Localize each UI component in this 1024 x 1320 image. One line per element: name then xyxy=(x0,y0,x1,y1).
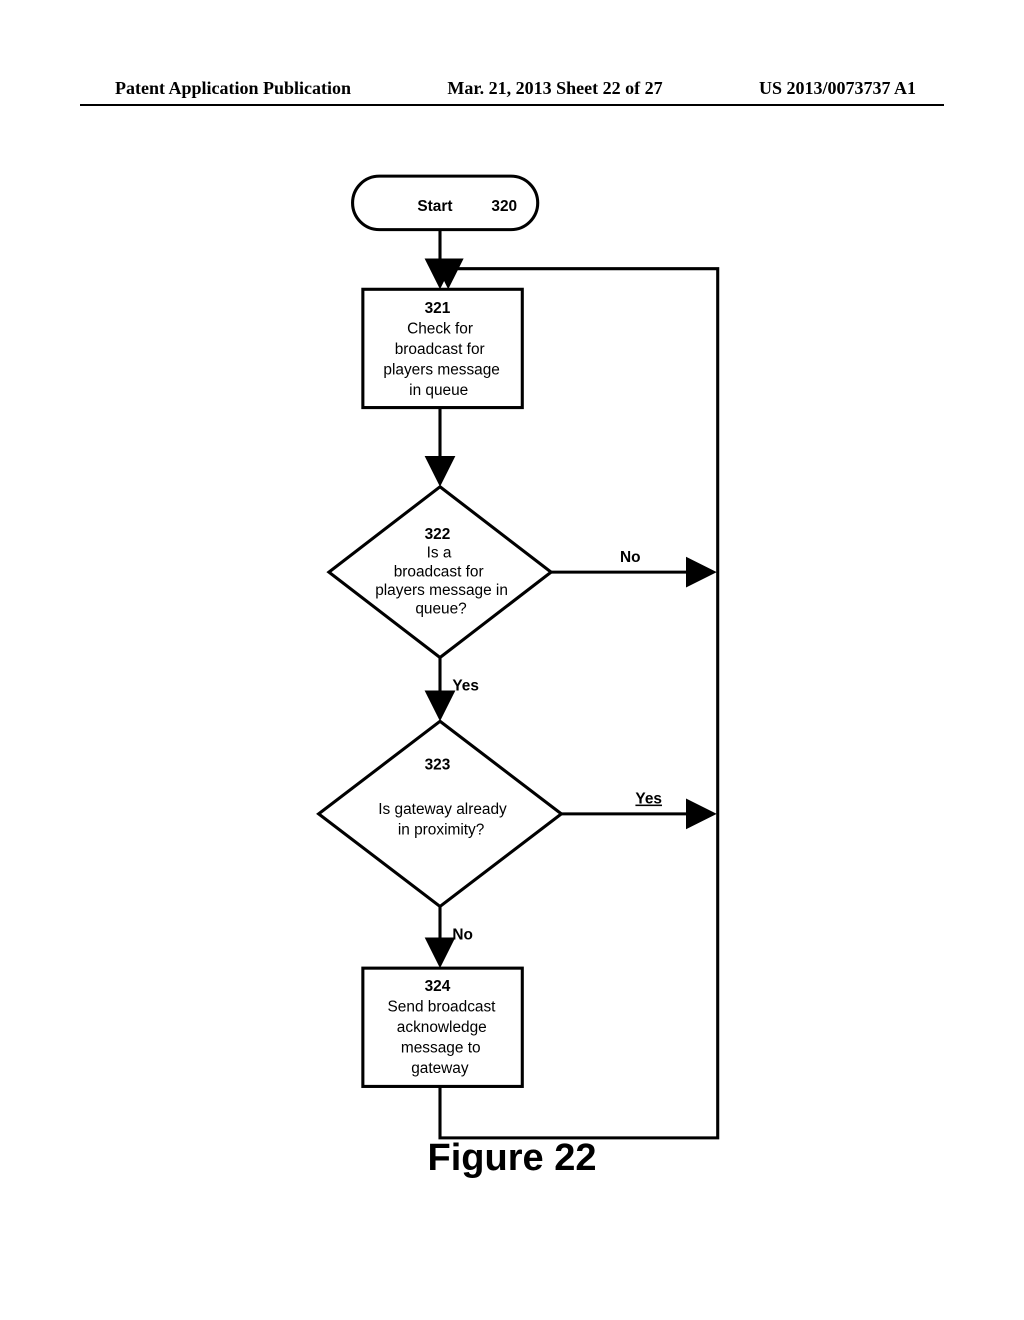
ref-324: 324 xyxy=(425,978,451,995)
l3-324: message to xyxy=(401,1039,481,1056)
label-322-yes: Yes xyxy=(452,677,479,694)
header-left: Patent Application Publication xyxy=(0,78,351,99)
l3-322: players message in xyxy=(375,582,508,599)
l4-324: gateway xyxy=(411,1060,469,1077)
l4-322: queue? xyxy=(415,600,466,617)
l2-323: in proximity? xyxy=(398,821,484,838)
label-323-yes: Yes xyxy=(635,791,662,808)
drawing-sheet: Start 320 321 Check for broadcast for pl… xyxy=(80,130,944,1220)
ref-321: 321 xyxy=(425,300,451,317)
label-322-no: No xyxy=(620,549,641,566)
start-ref: 320 xyxy=(491,198,517,215)
start-label: Start xyxy=(417,198,452,215)
ref-322: 322 xyxy=(425,526,451,543)
l4-321: in queue xyxy=(409,382,468,399)
header-divider xyxy=(80,104,944,106)
l2-321: broadcast for xyxy=(395,341,485,358)
l2-324: acknowledge xyxy=(397,1019,487,1036)
l1-324: Send broadcast xyxy=(388,998,497,1015)
l1-323: Is gateway already xyxy=(378,801,507,818)
header-mid: Mar. 21, 2013 Sheet 22 of 27 xyxy=(351,78,759,99)
page: Patent Application Publication Mar. 21, … xyxy=(0,0,1024,1320)
figure-caption: Figure 22 xyxy=(0,1137,1024,1180)
l1-322: Is a xyxy=(427,545,452,562)
header-right: US 2013/0073737 A1 xyxy=(759,78,1024,99)
l1-321: Check for xyxy=(407,321,473,338)
page-header: Patent Application Publication Mar. 21, … xyxy=(0,78,1024,99)
label-323-no: No xyxy=(452,926,473,943)
l2-322: broadcast for xyxy=(394,563,484,580)
flowchart: Start 320 321 Check for broadcast for pl… xyxy=(80,130,944,1220)
ref-323: 323 xyxy=(425,757,451,774)
l3-321: players message xyxy=(383,362,499,379)
